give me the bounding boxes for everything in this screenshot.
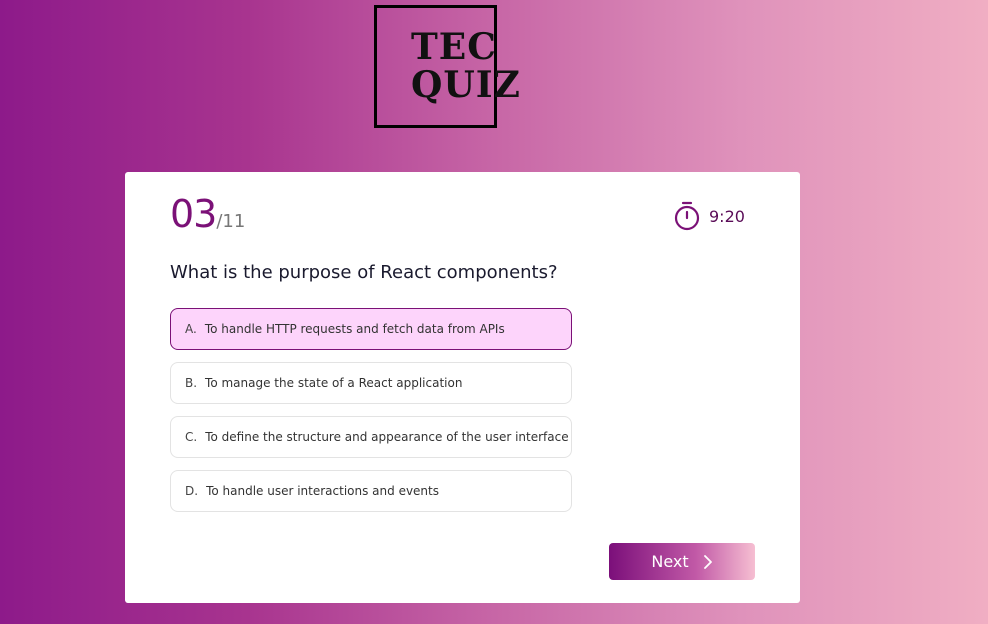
- option-b[interactable]: B. To manage the state of a React applic…: [170, 362, 572, 404]
- option-text: To manage the state of a React applicati…: [205, 376, 463, 390]
- option-letter: B.: [185, 376, 198, 390]
- timer-value: 9:20: [709, 206, 745, 226]
- option-letter: A.: [185, 322, 197, 336]
- timer: 9:20: [673, 201, 745, 231]
- next-button-label: Next: [651, 552, 689, 571]
- option-text: To define the structure and appearance o…: [205, 430, 569, 444]
- option-d[interactable]: D. To handle user interactions and event…: [170, 470, 572, 512]
- logo-line-2: QUIZ: [411, 64, 521, 106]
- total-questions: /11: [216, 211, 246, 232]
- question-counter: 03/11: [170, 192, 245, 236]
- option-c[interactable]: C. To define the structure and appearanc…: [170, 416, 572, 458]
- next-button[interactable]: Next: [609, 543, 755, 580]
- answer-options: A. To handle HTTP requests and fetch dat…: [170, 308, 572, 524]
- option-letter: D.: [185, 484, 199, 498]
- logo-line-1: TEC: [411, 26, 497, 68]
- logo: TEC QUIZ: [374, 5, 520, 128]
- option-letter: C.: [185, 430, 198, 444]
- current-question-number: 03: [170, 192, 217, 236]
- quiz-card: 03/11 9:20 What is the purpose of React …: [125, 172, 800, 603]
- option-a[interactable]: A. To handle HTTP requests and fetch dat…: [170, 308, 572, 350]
- option-text: To handle user interactions and events: [206, 484, 439, 498]
- option-text: To handle HTTP requests and fetch data f…: [204, 322, 505, 336]
- logo-text: TEC QUIZ: [411, 28, 521, 104]
- stopwatch-icon: [674, 201, 700, 231]
- question-text: What is the purpose of React components?: [170, 262, 558, 283]
- chevron-right-icon: [703, 554, 712, 569]
